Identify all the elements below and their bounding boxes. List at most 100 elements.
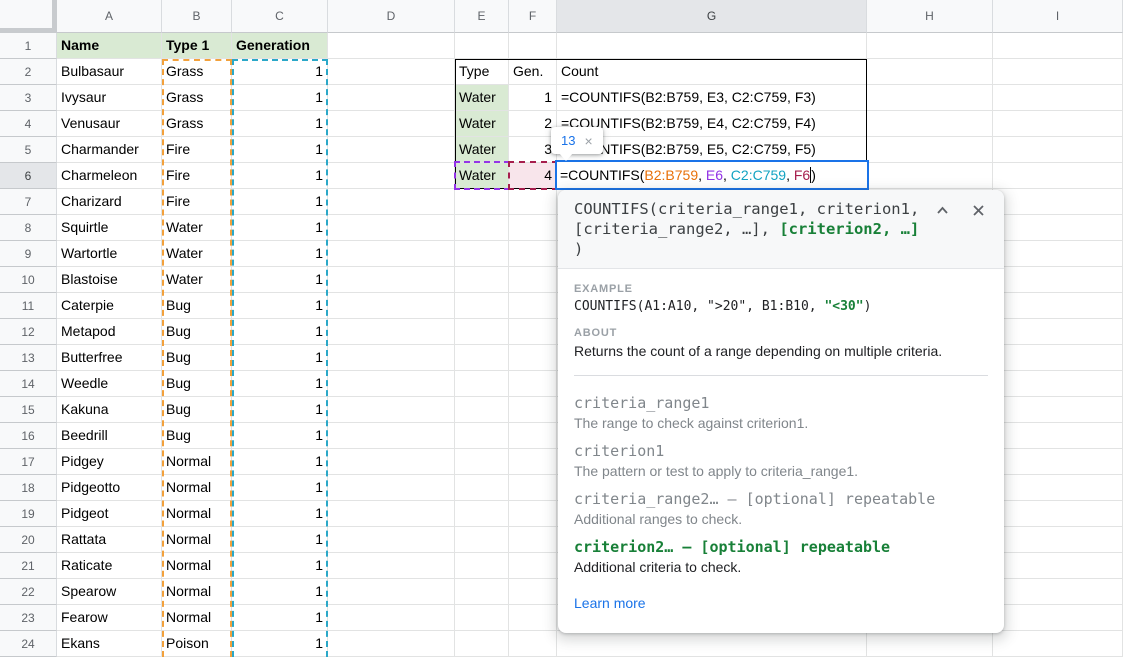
cell-D16[interactable] xyxy=(328,423,455,449)
cell-A19[interactable]: Pidgeot xyxy=(57,501,162,527)
cell-D9[interactable] xyxy=(328,241,455,267)
cell-D24[interactable] xyxy=(328,631,455,657)
cell-I6[interactable] xyxy=(993,163,1123,189)
cell-E21[interactable] xyxy=(455,553,509,579)
cell-A4[interactable]: Venusaur xyxy=(57,111,162,137)
row-header-24[interactable]: 24 xyxy=(0,631,57,657)
cell-I18[interactable] xyxy=(993,475,1123,501)
row-header-19[interactable]: 19 xyxy=(0,501,57,527)
cell-A20[interactable]: Rattata xyxy=(57,527,162,553)
cell-C14[interactable]: 1 xyxy=(232,371,328,397)
cell-F6[interactable]: 4 xyxy=(509,163,557,189)
cell-A14[interactable]: Weedle xyxy=(57,371,162,397)
cell-A6[interactable]: Charmeleon xyxy=(57,163,162,189)
cell-D11[interactable] xyxy=(328,293,455,319)
row-header-11[interactable]: 11 xyxy=(0,293,57,319)
cell-F23[interactable] xyxy=(509,605,557,631)
row-header-22[interactable]: 22 xyxy=(0,579,57,605)
cell-F19[interactable] xyxy=(509,501,557,527)
row-header-20[interactable]: 20 xyxy=(0,527,57,553)
row-header-7[interactable]: 7 xyxy=(0,189,57,215)
cell-E20[interactable] xyxy=(455,527,509,553)
row-header-3[interactable]: 3 xyxy=(0,85,57,111)
row-header-10[interactable]: 10 xyxy=(0,267,57,293)
row-header-21[interactable]: 21 xyxy=(0,553,57,579)
column-header-I[interactable]: I xyxy=(993,0,1123,33)
cell-B24[interactable]: Poison xyxy=(162,631,232,657)
cell-E6[interactable]: Water xyxy=(455,163,509,189)
cell-F10[interactable] xyxy=(509,267,557,293)
cell-F9[interactable] xyxy=(509,241,557,267)
cell-I2[interactable] xyxy=(993,59,1123,85)
cell-E22[interactable] xyxy=(455,579,509,605)
cell-E24[interactable] xyxy=(455,631,509,657)
cell-B19[interactable]: Normal xyxy=(162,501,232,527)
cell-G24[interactable] xyxy=(557,631,867,657)
cell-A5[interactable]: Charmander xyxy=(57,137,162,163)
cell-B6[interactable]: Fire xyxy=(162,163,232,189)
cell-I23[interactable] xyxy=(993,605,1123,631)
row-header-15[interactable]: 15 xyxy=(0,397,57,423)
cell-I21[interactable] xyxy=(993,553,1123,579)
row-header-5[interactable]: 5 xyxy=(0,137,57,163)
cell-A2[interactable]: Bulbasaur xyxy=(57,59,162,85)
cell-B3[interactable]: Grass xyxy=(162,85,232,111)
cell-E13[interactable] xyxy=(455,345,509,371)
cell-H5[interactable] xyxy=(867,137,993,163)
cell-B21[interactable]: Normal xyxy=(162,553,232,579)
cell-H4[interactable] xyxy=(867,111,993,137)
cell-D5[interactable] xyxy=(328,137,455,163)
column-header-F[interactable]: F xyxy=(509,0,557,33)
column-header-D[interactable]: D xyxy=(328,0,455,33)
cell-D12[interactable] xyxy=(328,319,455,345)
cell-B14[interactable]: Bug xyxy=(162,371,232,397)
row-header-2[interactable]: 2 xyxy=(0,59,57,85)
cell-A9[interactable]: Wartortle xyxy=(57,241,162,267)
cell-C19[interactable]: 1 xyxy=(232,501,328,527)
cell-I5[interactable] xyxy=(993,137,1123,163)
row-header-1[interactable]: 1 xyxy=(0,33,57,59)
cell-F16[interactable] xyxy=(509,423,557,449)
cell-A22[interactable]: Spearow xyxy=(57,579,162,605)
cell-A11[interactable]: Caterpie xyxy=(57,293,162,319)
close-icon[interactable] xyxy=(971,203,986,218)
cell-A18[interactable]: Pidgeotto xyxy=(57,475,162,501)
cell-B20[interactable]: Normal xyxy=(162,527,232,553)
cell-H1[interactable] xyxy=(867,33,993,59)
cell-D22[interactable] xyxy=(328,579,455,605)
cell-I9[interactable] xyxy=(993,241,1123,267)
cell-B12[interactable]: Bug xyxy=(162,319,232,345)
cell-B1[interactable]: Type 1 xyxy=(162,33,232,59)
cell-A24[interactable]: Ekans xyxy=(57,631,162,657)
chevron-up-icon[interactable] xyxy=(935,203,950,218)
cell-I3[interactable] xyxy=(993,85,1123,111)
learn-more-link[interactable]: Learn more xyxy=(574,595,646,611)
cell-A13[interactable]: Butterfree xyxy=(57,345,162,371)
cell-E23[interactable] xyxy=(455,605,509,631)
cell-C20[interactable]: 1 xyxy=(232,527,328,553)
cell-F21[interactable] xyxy=(509,553,557,579)
row-header-14[interactable]: 14 xyxy=(0,371,57,397)
cell-D7[interactable] xyxy=(328,189,455,215)
row-header-12[interactable]: 12 xyxy=(0,319,57,345)
cell-I4[interactable] xyxy=(993,111,1123,137)
cell-H3[interactable] xyxy=(867,85,993,111)
cell-I1[interactable] xyxy=(993,33,1123,59)
cell-H6[interactable] xyxy=(867,163,993,189)
cell-A23[interactable]: Fearow xyxy=(57,605,162,631)
cell-B5[interactable]: Fire xyxy=(162,137,232,163)
cell-E7[interactable] xyxy=(455,189,509,215)
cell-B13[interactable]: Bug xyxy=(162,345,232,371)
cell-I13[interactable] xyxy=(993,345,1123,371)
cell-E17[interactable] xyxy=(455,449,509,475)
cell-A15[interactable]: Kakuna xyxy=(57,397,162,423)
cell-E15[interactable] xyxy=(455,397,509,423)
cell-I20[interactable] xyxy=(993,527,1123,553)
row-header-9[interactable]: 9 xyxy=(0,241,57,267)
cell-C21[interactable]: 1 xyxy=(232,553,328,579)
row-header-8[interactable]: 8 xyxy=(0,215,57,241)
cell-C22[interactable]: 1 xyxy=(232,579,328,605)
cell-E9[interactable] xyxy=(455,241,509,267)
cell-I8[interactable] xyxy=(993,215,1123,241)
cell-F4[interactable]: 2 xyxy=(509,111,557,137)
